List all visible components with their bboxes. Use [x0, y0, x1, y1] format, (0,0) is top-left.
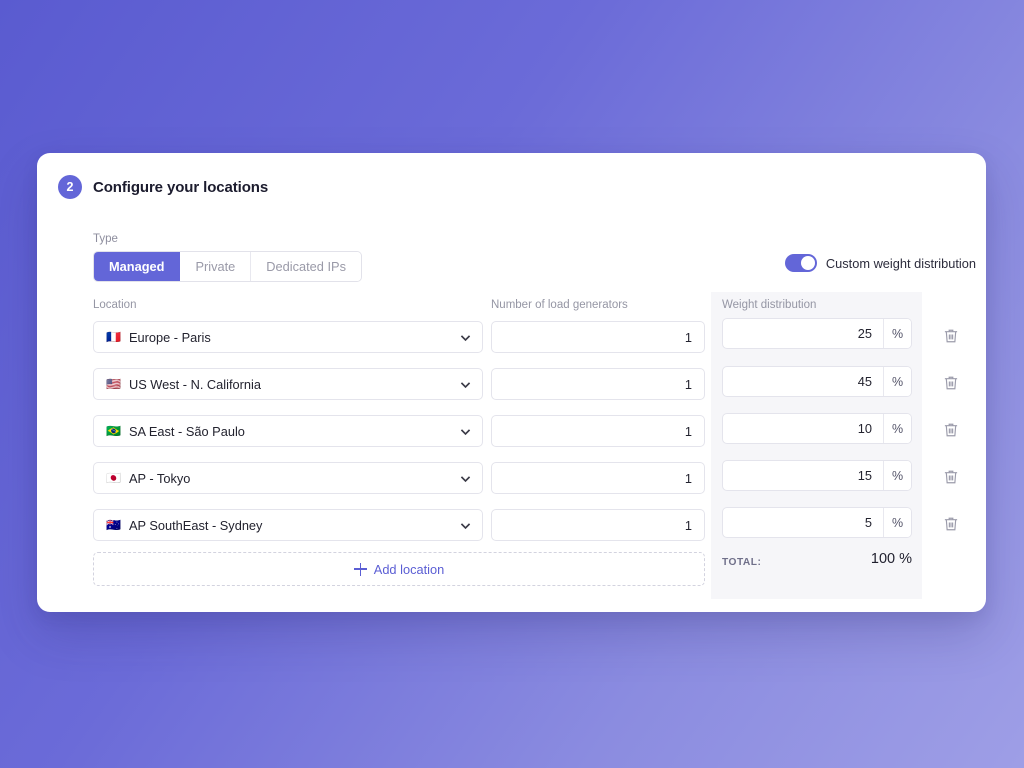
type-option-private[interactable]: Private	[180, 252, 252, 281]
step-number-badge: 2	[58, 175, 82, 199]
type-label: Type	[93, 233, 118, 245]
table-row: 🇯🇵 AP - Tokyo 1 15 %	[37, 458, 986, 505]
flag-icon: 🇫🇷	[106, 330, 121, 344]
column-header-weight: Weight distribution	[722, 299, 817, 311]
generators-input-1[interactable]: 1	[491, 368, 705, 400]
total-value: 100 %	[870, 551, 912, 567]
chevron-down-icon	[460, 522, 471, 529]
weight-field-0[interactable]: 25 %	[722, 318, 912, 349]
flag-icon: 🇦🇺	[106, 518, 121, 532]
page-title: Configure your locations	[93, 178, 269, 196]
weight-input-0[interactable]: 25	[723, 319, 883, 348]
trash-icon[interactable]	[942, 374, 960, 392]
custom-weight-toggle-label: Custom weight distribution	[825, 255, 976, 271]
generators-input-3[interactable]: 1	[491, 462, 705, 494]
table-row: 🇫🇷 Europe - Paris 1 25 %	[37, 317, 986, 364]
flag-icon: 🇧🇷	[106, 424, 121, 438]
weight-field-4[interactable]: 5 %	[722, 507, 912, 538]
location-name: AP - Tokyo	[128, 470, 191, 486]
trash-icon[interactable]	[942, 421, 960, 439]
plus-icon	[353, 562, 367, 576]
chevron-down-icon	[460, 475, 471, 482]
weight-field-1[interactable]: 45 %	[722, 366, 912, 397]
toggle-switch[interactable]	[784, 254, 817, 272]
type-option-dedicated-ips[interactable]: Dedicated IPs	[251, 252, 361, 281]
table-row: 🇺🇸 US West - N. California 1 45 %	[37, 364, 986, 411]
location-name: SA East - São Paulo	[128, 423, 245, 439]
generators-input-0[interactable]: 1	[491, 321, 705, 353]
configure-locations-card: 2 Configure your locations Type Managed …	[37, 153, 986, 612]
chevron-down-icon	[460, 428, 471, 435]
location-select-3[interactable]: 🇯🇵 AP - Tokyo	[93, 462, 483, 494]
column-header-location: Location	[93, 299, 137, 311]
location-select-0[interactable]: 🇫🇷 Europe - Paris	[93, 321, 483, 353]
percent-unit: %	[883, 461, 911, 490]
chevron-down-icon	[460, 381, 471, 388]
weight-input-3[interactable]: 15	[723, 461, 883, 490]
weight-field-2[interactable]: 10 %	[722, 413, 912, 444]
chevron-down-icon	[460, 334, 471, 341]
trash-icon[interactable]	[942, 515, 960, 533]
add-location-label: Add location	[373, 561, 445, 577]
percent-unit: %	[883, 508, 911, 537]
percent-unit: %	[883, 414, 911, 443]
generators-input-4[interactable]: 1	[491, 509, 705, 541]
location-select-2[interactable]: 🇧🇷 SA East - São Paulo	[93, 415, 483, 447]
percent-unit: %	[883, 367, 911, 396]
custom-weight-toggle[interactable]: Custom weight distribution	[784, 251, 976, 275]
weight-input-2[interactable]: 10	[723, 414, 883, 443]
table-row: 🇦🇺 AP SouthEast - Sydney 1 5 %	[37, 505, 986, 552]
card-header: 2 Configure your locations	[58, 175, 268, 199]
generators-input-2[interactable]: 1	[491, 415, 705, 447]
location-name: Europe - Paris	[128, 329, 211, 345]
trash-icon[interactable]	[942, 327, 960, 345]
flag-icon: 🇯🇵	[106, 471, 121, 485]
trash-icon[interactable]	[942, 468, 960, 486]
table-row: 🇧🇷 SA East - São Paulo 1 10 %	[37, 411, 986, 458]
weight-input-1[interactable]: 45	[723, 367, 883, 396]
weight-input-4[interactable]: 5	[723, 508, 883, 537]
location-select-1[interactable]: 🇺🇸 US West - N. California	[93, 368, 483, 400]
add-location-button[interactable]: Add location	[93, 552, 705, 586]
location-name: AP SouthEast - Sydney	[128, 517, 263, 533]
column-header-generators: Number of load generators	[491, 299, 628, 311]
flag-icon: 🇺🇸	[106, 377, 121, 391]
location-rows: 🇫🇷 Europe - Paris 1 25 % 🇺🇸 US West - N.…	[37, 317, 986, 552]
type-segmented-control[interactable]: Managed Private Dedicated IPs	[93, 251, 362, 282]
toggle-knob	[800, 256, 815, 270]
type-option-managed[interactable]: Managed	[94, 252, 181, 281]
percent-unit: %	[883, 319, 911, 348]
weight-field-3[interactable]: 15 %	[722, 460, 912, 491]
location-name: US West - N. California	[128, 376, 261, 392]
location-select-4[interactable]: 🇦🇺 AP SouthEast - Sydney	[93, 509, 483, 541]
